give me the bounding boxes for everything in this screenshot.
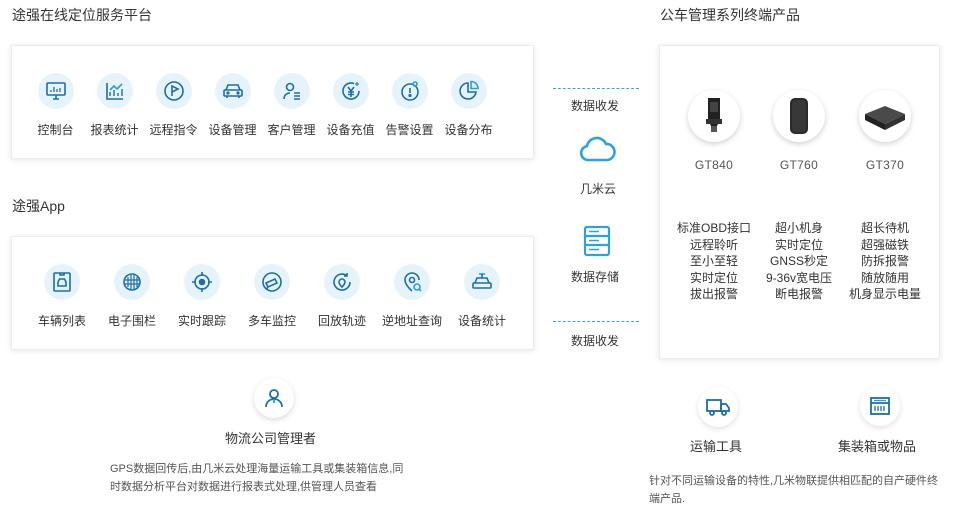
app-item-multi-vehicle-monitor[interactable]: 多车监控 bbox=[237, 264, 307, 329]
feature-item: 防拆报警 bbox=[860, 254, 909, 268]
feature-item: 超小机身 bbox=[774, 221, 823, 235]
feature-item: 远程聆听 bbox=[689, 237, 738, 252]
playback-icon bbox=[324, 264, 360, 300]
app-item-label: 电子围栏 bbox=[107, 314, 156, 328]
manager-description: GPS数据回传后,由几米云处理海量运输工具或集装箱信息,同时数据分析平台对数据进… bbox=[110, 463, 404, 493]
platform-item-label: 控制台 bbox=[37, 123, 74, 137]
platform-card: 控制台 报表统计 远程指令 设备管理 客户管理 设备充值 告警设置 设备分布 bbox=[11, 45, 534, 159]
app-item-label: 回放轨迹 bbox=[317, 314, 366, 328]
platform-item-label: 客户管理 bbox=[267, 123, 316, 137]
container-icon bbox=[860, 386, 900, 426]
dashed-connector-bottom bbox=[553, 321, 639, 322]
feature-item: 实时定位 bbox=[689, 270, 738, 285]
product-gt840[interactable]: GT840 bbox=[674, 90, 754, 172]
app-item-vehicle-list[interactable]: 车辆列表 bbox=[27, 264, 97, 329]
device-stats-icon bbox=[464, 264, 500, 300]
platform-item-recharge[interactable]: 设备充值 bbox=[321, 73, 380, 138]
platform-item-distribution[interactable]: 设备分布 bbox=[439, 73, 498, 138]
platform-item-customer-management[interactable]: 客户管理 bbox=[262, 73, 321, 138]
yuan-icon bbox=[332, 73, 369, 109]
app-item-device-stats[interactable]: 设备统计 bbox=[447, 264, 517, 329]
platform-item-remote-command[interactable]: 远程指令 bbox=[144, 73, 203, 138]
platform-item-label: 设备管理 bbox=[208, 123, 257, 137]
platform-item-label: 设备分布 bbox=[444, 123, 493, 137]
container-label: 集装箱或物品 bbox=[838, 439, 917, 454]
app-title: 途强App bbox=[12, 198, 65, 214]
platform-item-label: 报表统计 bbox=[90, 123, 139, 137]
car-icon bbox=[214, 73, 251, 109]
chart-icon bbox=[96, 73, 133, 109]
app-item-label: 多车监控 bbox=[247, 314, 296, 328]
products-card: GT840 GT760 GT370 标准OBD接口 远程聆听 至小至轻 实时定位… bbox=[659, 45, 940, 359]
target-icon bbox=[184, 264, 220, 300]
feature-item: 超强磁铁 bbox=[860, 237, 909, 252]
data-receive-bottom-label: 数据收发 bbox=[571, 334, 620, 348]
feature-item: 机身显示电量 bbox=[848, 287, 921, 301]
feature-item: 随放随用 bbox=[860, 270, 909, 285]
product-name: GT760 bbox=[779, 158, 819, 172]
gt370-device-icon bbox=[859, 90, 911, 142]
gt840-device-icon bbox=[688, 90, 740, 142]
cloud-label: 几米云 bbox=[580, 182, 617, 196]
gt370-features: 超长待机 超强磁铁 防拆报警 随放随用 机身显示电量 bbox=[840, 220, 930, 303]
app-item-label: 设备统计 bbox=[457, 314, 506, 328]
platform-icon-row: 控制台 报表统计 远程指令 设备管理 客户管理 设备充值 告警设置 设备分布 bbox=[12, 73, 533, 138]
gt760-features: 超小机身 实时定位 GNSS秒定 9-36v宽电压 断电报警 bbox=[754, 220, 844, 303]
platform-item-label: 告警设置 bbox=[385, 123, 434, 137]
platform-item-device-management[interactable]: 设备管理 bbox=[203, 73, 262, 138]
data-receive-top-label: 数据收发 bbox=[571, 99, 620, 113]
platform-title: 途强在线定位服务平台 bbox=[12, 7, 152, 23]
product-name: GT840 bbox=[694, 158, 734, 172]
monitor-icon bbox=[37, 73, 74, 109]
products-title: 公车管理系列终端产品 bbox=[660, 7, 800, 23]
fence-icon bbox=[114, 264, 150, 300]
platform-item-label: 远程指令 bbox=[149, 123, 198, 137]
flag-icon bbox=[155, 73, 192, 109]
app-item-label: 车辆列表 bbox=[37, 314, 86, 328]
truck-icon bbox=[698, 387, 738, 427]
app-item-realtime-tracking[interactable]: 实时跟踪 bbox=[167, 264, 237, 329]
app-item-reverse-geocode[interactable]: 逆地址查询 bbox=[377, 264, 447, 329]
transport-tools-label: 运输工具 bbox=[690, 439, 743, 454]
app-item-geofence[interactable]: 电子围栏 bbox=[97, 264, 167, 329]
app-item-label: 实时跟踪 bbox=[177, 314, 226, 328]
manager-label: 物流公司管理者 bbox=[225, 431, 317, 446]
feature-item: 至小至轻 bbox=[689, 254, 738, 268]
app-icon-row: 车辆列表 电子围栏 实时跟踪 多车监控 回放轨迹 逆地址查询 设备统计 bbox=[12, 264, 533, 329]
transport-description: 针对不同运输设备的特性,几米物联提供相匹配的自产硬件终端产品. bbox=[649, 475, 939, 505]
feature-item: 实时定位 bbox=[774, 237, 823, 252]
location-search-icon bbox=[394, 264, 430, 300]
app-card: 车辆列表 电子围栏 实时跟踪 多车监控 回放轨迹 逆地址查询 设备统计 bbox=[11, 236, 534, 350]
dashed-connector-top bbox=[553, 88, 639, 89]
gt760-device-icon bbox=[773, 90, 825, 142]
vehicle-list-icon bbox=[44, 264, 80, 300]
pie-icon bbox=[450, 73, 487, 109]
product-gt760[interactable]: GT760 bbox=[759, 90, 839, 172]
feature-item: 拔出报警 bbox=[689, 287, 738, 301]
feature-item: GNSS秒定 bbox=[769, 254, 828, 268]
user-list-icon bbox=[273, 73, 310, 109]
gt840-features: 标准OBD接口 远程聆听 至小至轻 实时定位 拔出报警 bbox=[669, 220, 759, 303]
alarm-icon bbox=[391, 73, 428, 109]
camera-icon bbox=[254, 264, 290, 300]
manager-icon bbox=[254, 378, 294, 418]
feature-item: 断电报警 bbox=[774, 287, 823, 301]
feature-item: 超长待机 bbox=[860, 221, 909, 235]
app-item-label: 逆地址查询 bbox=[381, 314, 442, 328]
product-gt370[interactable]: GT370 bbox=[845, 90, 925, 172]
product-name: GT370 bbox=[865, 158, 905, 172]
platform-item-reports[interactable]: 报表统计 bbox=[85, 73, 144, 138]
app-item-track-playback[interactable]: 回放轨迹 bbox=[307, 264, 377, 329]
data-storage-label: 数据存储 bbox=[571, 270, 620, 284]
feature-item: 标准OBD接口 bbox=[676, 221, 751, 235]
storage-icon bbox=[582, 224, 612, 263]
platform-item-alarm-settings[interactable]: 告警设置 bbox=[380, 73, 439, 138]
feature-item: 9-36v宽电压 bbox=[765, 270, 833, 285]
cloud-icon bbox=[577, 134, 617, 173]
platform-item-label: 设备充值 bbox=[326, 123, 375, 137]
platform-item-console[interactable]: 控制台 bbox=[26, 73, 85, 138]
